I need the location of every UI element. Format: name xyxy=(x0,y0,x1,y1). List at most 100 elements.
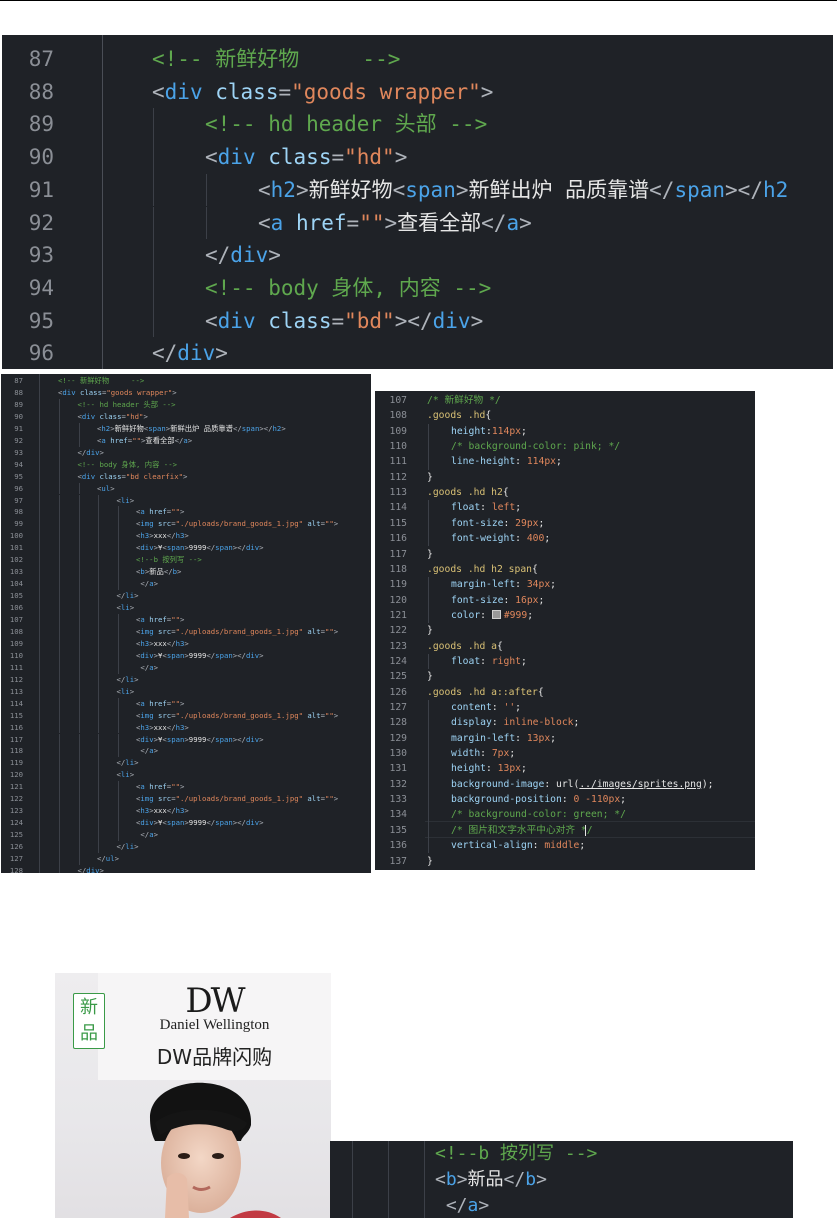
code-token: h3 xyxy=(140,638,150,648)
code-text: <!--b 按列写 --> xyxy=(136,554,202,566)
line-number: 113 xyxy=(389,487,408,499)
code-line: 96 <ul> xyxy=(1,483,371,495)
code-token: ></ xyxy=(232,543,246,553)
code-token: ></ xyxy=(725,177,763,202)
code-token: : xyxy=(515,732,527,744)
indent-guide xyxy=(153,173,154,207)
code-token: "" xyxy=(325,626,334,636)
code-token: h2 xyxy=(101,423,111,433)
indent-guide xyxy=(117,829,119,842)
code-line: 108 .goods .hd{ xyxy=(375,408,755,423)
code-token: > xyxy=(129,495,135,505)
code-token: 新鲜好物 xyxy=(308,177,393,202)
code-token: middle xyxy=(544,840,580,852)
code-line: 99 <img src="./uploads/brand_goods_1.jpg"… xyxy=(1,518,371,530)
indent-guide xyxy=(428,715,429,731)
code-token: div xyxy=(217,145,256,170)
line-number: 93 xyxy=(14,447,23,457)
code-token: class xyxy=(99,471,122,481)
line-number: 109 xyxy=(9,638,23,648)
code-line: 127 content: ''; xyxy=(375,700,755,715)
code-line: 97 <li> xyxy=(1,495,371,507)
code-token: ); xyxy=(701,778,714,790)
code-token: ; xyxy=(521,425,527,437)
code-token: </ xyxy=(205,243,231,268)
code-token: </ xyxy=(166,638,176,648)
code-token: 114px xyxy=(526,456,556,468)
code-token: { xyxy=(537,686,544,698)
code-token: > xyxy=(187,435,193,445)
code-token: > xyxy=(259,818,264,828)
code-token: > xyxy=(180,507,185,517)
code-line: 93 </div> xyxy=(2,239,833,272)
code-token: div xyxy=(62,387,76,397)
code-token: span xyxy=(405,177,456,202)
code-token: ></ xyxy=(232,650,246,660)
code-line: 109 <h3>xxx</h3> xyxy=(1,638,371,650)
indent-guide xyxy=(59,781,60,794)
indent-guide xyxy=(78,434,80,447)
indent-guide xyxy=(153,271,154,305)
code-token: > xyxy=(215,341,228,366)
code-token: span xyxy=(215,734,233,744)
code-text: .goods .hd h2{ xyxy=(427,485,509,500)
code-line: 131 height: 13px; xyxy=(375,761,755,776)
code-text: <!-- hd header 头部 --> xyxy=(205,108,487,141)
code-token: <!-- hd header 头部 --> xyxy=(205,112,488,137)
code-text: } xyxy=(427,470,433,485)
indent-guide xyxy=(59,841,60,853)
code-text: .goods .hd h2 span{ xyxy=(427,562,538,577)
html-code-snippet: <!--b 按列写 --> <b>新品</b> </a> xyxy=(330,1141,793,1218)
code-token: 新鲜出炉 品质靠谱 xyxy=(170,423,233,433)
indent-guide xyxy=(428,607,429,624)
code-text: </div> xyxy=(152,337,228,369)
code-token: /* background-color: pink; */ xyxy=(451,441,621,453)
code-line: 98 <a href=""> xyxy=(1,506,371,518)
code-line: 114 <a href=""> xyxy=(1,698,371,710)
code-line: 110 /* background-color: pink; */ xyxy=(375,439,755,454)
code-line: 90 <div class="hd"> xyxy=(1,411,371,423)
code-token: : xyxy=(480,655,492,667)
line-number: 108 xyxy=(389,410,408,422)
code-line: 123 <h3>xxx</h3> xyxy=(1,805,371,817)
code-line: 117 <div>¥<span>9999</span></div> xyxy=(1,734,371,746)
code-token: ; xyxy=(556,456,562,468)
indent-guide xyxy=(117,781,119,794)
code-text: <!-- body 身体, 内容 --> xyxy=(78,459,177,471)
code-text: <!-- 新鲜好物 --> xyxy=(152,43,400,76)
code-text: <div>¥<span>9999</span></div> xyxy=(136,734,264,746)
line-number: 95 xyxy=(28,308,54,333)
indent-guide xyxy=(428,838,429,854)
line-number: 92 xyxy=(28,210,54,235)
indent-guide xyxy=(98,566,99,579)
line-number: 89 xyxy=(14,399,23,409)
code-text: <h3>xxx</h3> xyxy=(136,530,189,542)
code-token: class xyxy=(268,145,332,170)
text-cursor xyxy=(585,824,586,836)
indent-guide xyxy=(59,578,60,591)
code-line: 118 </a> xyxy=(1,745,371,757)
code-token: li xyxy=(120,770,130,780)
indent-guide xyxy=(98,685,99,698)
code-token: xxx xyxy=(153,638,167,648)
code-text: background-image: url(../images/sprites.… xyxy=(451,777,713,792)
code-token: 新鲜出炉 品质靠谱 xyxy=(468,177,650,202)
indent-guide xyxy=(59,554,60,567)
code-token: > xyxy=(184,722,189,732)
indent-guide xyxy=(59,721,60,734)
indent-guide xyxy=(428,653,429,670)
product-photo: DW Daniel Wellington DW品牌闪购 新品 xyxy=(55,973,331,1218)
code-token: 34px xyxy=(526,579,551,591)
code-text: <div>¥<span>9999</span></div> xyxy=(136,650,264,662)
code-token: background-position xyxy=(451,794,562,806)
code-line: 111 </a> xyxy=(1,662,371,674)
indent-guide xyxy=(428,500,429,516)
indent-guide xyxy=(78,482,80,495)
line-number: 121 xyxy=(9,782,23,792)
code-text: <img src="./uploads/brand_goods_1.jpg" a… xyxy=(136,518,338,530)
code-token: > xyxy=(480,79,494,104)
code-token: : xyxy=(503,517,516,529)
line-number: 136 xyxy=(389,840,408,852)
indent-guide xyxy=(59,817,60,830)
code-line: 110 <div>¥<span>9999</span></div> xyxy=(1,650,371,662)
